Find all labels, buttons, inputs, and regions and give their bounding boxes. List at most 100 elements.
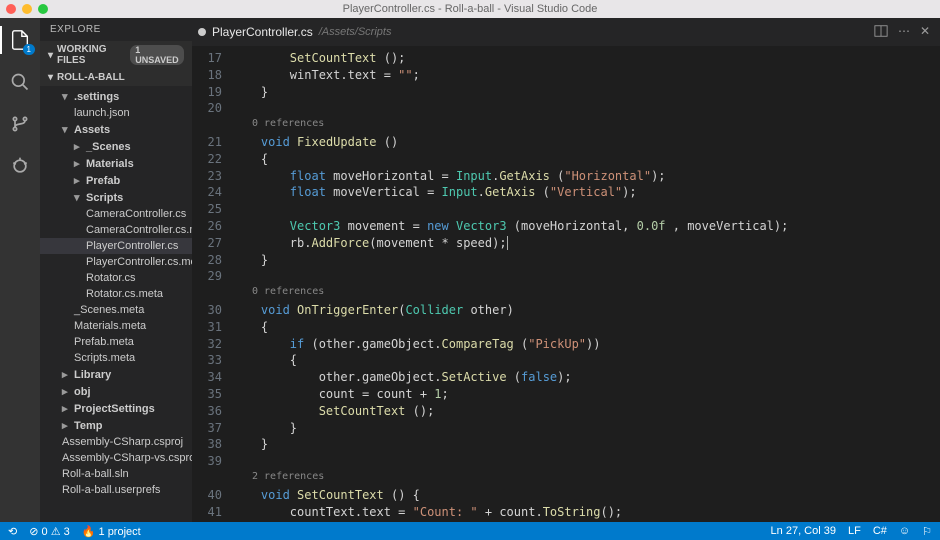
debug-tab[interactable] [8,154,32,178]
file-item[interactable]: Materials.meta [40,318,192,334]
warning-icon: ⚠ [51,525,61,538]
maximize-window-button[interactable] [38,4,48,14]
code-line[interactable]: { [232,151,940,168]
line-number-gutter: 1718192021222324252627282930313233343536… [192,50,232,522]
line-number: 21 [192,134,222,151]
chevron-right-icon: ▸ [62,402,70,415]
code-line[interactable]: countText.text = "Count: " + count.ToStr… [232,504,940,521]
file-item[interactable]: Assembly-CSharp.csproj [40,434,192,450]
chevron-down-icon: ▾ [48,50,53,61]
active-tab-filename[interactable]: PlayerController.cs [212,25,313,39]
code-line[interactable]: float moveVertical = Input.GetAxis ("Ver… [232,184,940,201]
code-line[interactable]: } [232,420,940,437]
window-titlebar: PlayerController.cs - Roll-a-ball - Visu… [0,0,940,18]
folder-item[interactable]: ▾.settings [40,88,192,105]
tree-item-label: CameraController.cs [86,208,186,220]
code-line[interactable]: { [232,319,940,336]
tree-item-label: CameraController.cs.meta [86,224,192,236]
line-number: 41 [192,504,222,521]
working-files-label: WORKING FILES [57,44,126,66]
code-lines[interactable]: SetCountText (); winText.text = ""; } 0 r… [232,50,940,522]
code-line[interactable]: if (count >= 12) { [232,520,940,522]
file-item[interactable]: Assembly-CSharp-vs.csproj [40,450,192,466]
file-item[interactable]: CameraController.cs.meta [40,222,192,238]
project-status[interactable]: 🔥 1 project [82,525,141,538]
code-line[interactable]: SetCountText (); [232,403,940,420]
file-item[interactable]: Scripts.meta [40,350,192,366]
code-line[interactable]: SetCountText (); [232,50,940,67]
tree-item-label: Library [74,369,111,381]
code-line[interactable]: void SetCountText () { [232,487,940,504]
code-editor[interactable]: 1718192021222324252627282930313233343536… [192,46,940,522]
folder-item[interactable]: ▸_Scenes [40,138,192,155]
code-line[interactable]: winText.text = ""; [232,67,940,84]
working-files-header[interactable]: ▾ WORKING FILES 1 UNSAVED [40,41,192,69]
code-lens[interactable]: 0 references [232,117,940,134]
project-label: ROLL-A-BALL [57,72,125,83]
code-line[interactable]: count = count + 1; [232,386,940,403]
code-line[interactable]: rb.AddForce(movement * speed); [232,235,940,252]
explorer-tab[interactable]: 1 [8,28,32,52]
folder-item[interactable]: ▸Library [40,366,192,383]
file-item[interactable]: Prefab.meta [40,334,192,350]
search-tab[interactable] [8,70,32,94]
folder-item[interactable]: ▸Temp [40,417,192,434]
folder-item[interactable]: ▸ProjectSettings [40,400,192,417]
cursor-position[interactable]: Ln 27, Col 39 [771,525,836,538]
line-number: 26 [192,218,222,235]
end-of-line[interactable]: LF [848,525,861,538]
file-item[interactable]: PlayerController.cs [40,238,192,254]
flame-icon: 🔥 [82,526,96,538]
minimize-window-button[interactable] [22,4,32,14]
code-line[interactable]: Vector3 movement = new Vector3 (moveHori… [232,218,940,235]
code-line[interactable]: if (other.gameObject.CompareTag ("PickUp… [232,336,940,353]
code-line[interactable] [232,201,940,218]
chevron-right-icon: ▸ [74,140,82,153]
code-lens[interactable]: 0 references [232,285,940,302]
explorer-badge: 1 [23,44,35,55]
close-editor-icon[interactable]: ✕ [920,24,930,41]
code-line[interactable]: other.gameObject.SetActive (false); [232,369,940,386]
code-line[interactable] [232,268,940,285]
file-item[interactable]: _Scenes.meta [40,302,192,318]
more-actions-icon[interactable]: ⋯ [898,24,910,41]
git-tab[interactable] [8,112,32,136]
line-number: 27 [192,235,222,252]
code-line[interactable]: float moveHorizontal = Input.GetAxis ("H… [232,168,940,185]
code-line[interactable] [232,453,940,470]
line-number: 42 [192,520,222,522]
code-line[interactable]: void FixedUpdate () [232,134,940,151]
code-lens[interactable]: 2 references [232,470,940,487]
file-item[interactable]: Roll-a-ball.sln [40,466,192,482]
sync-icon[interactable]: ⟲ [8,525,17,538]
errors-warnings[interactable]: ⊘ 0 ⚠ 3 [29,525,70,538]
folder-item[interactable]: ▾Assets [40,121,192,138]
line-number: 18 [192,67,222,84]
code-line[interactable]: { [232,352,940,369]
feedback-icon[interactable]: ☺ [899,525,910,538]
folder-item[interactable]: ▾Scripts [40,189,192,206]
code-line[interactable]: } [232,436,940,453]
folder-item[interactable]: ▸obj [40,383,192,400]
split-editor-icon[interactable] [874,24,888,41]
window-title: PlayerController.cs - Roll-a-ball - Visu… [343,3,598,15]
code-line[interactable] [232,100,940,117]
close-window-button[interactable] [6,4,16,14]
code-line[interactable]: } [232,252,940,269]
chevron-down-icon: ▾ [62,90,70,103]
folder-item[interactable]: ▸Prefab [40,172,192,189]
line-number: 30 [192,302,222,319]
file-item[interactable]: Rotator.cs.meta [40,286,192,302]
project-header[interactable]: ▾ ROLL-A-BALL [40,69,192,86]
file-item[interactable]: Roll-a-ball.userprefs [40,482,192,498]
tree-item-label: Rotator.cs [86,272,136,284]
file-item[interactable]: launch.json [40,105,192,121]
notifications-icon[interactable]: ⚐ [922,525,932,538]
code-line[interactable]: } [232,84,940,101]
folder-item[interactable]: ▸Materials [40,155,192,172]
language-mode[interactable]: C# [873,525,887,538]
code-line[interactable]: void OnTriggerEnter(Collider other) [232,302,940,319]
file-item[interactable]: CameraController.cs [40,206,192,222]
file-item[interactable]: PlayerController.cs.meta [40,254,192,270]
file-item[interactable]: Rotator.cs [40,270,192,286]
